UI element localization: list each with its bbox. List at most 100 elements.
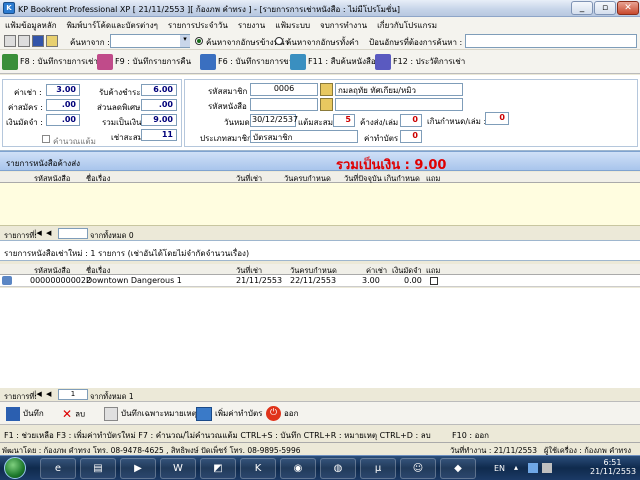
exit-label: ออก: [284, 409, 299, 418]
title-bar: K KP Bookrent Professional XP [ 21/11/25…: [0, 0, 640, 17]
clock-date: 21/11/2553: [590, 467, 637, 476]
rent-label: ค่าเช่า :: [14, 88, 42, 97]
new-rent-grid-header: รหัสหนังสือ ชื่อเรื่อง วันที่เช่า วันครบ…: [0, 264, 640, 275]
history-button[interactable]: F12 : ประวัติการเช่า: [375, 52, 465, 72]
power-icon: ⏻: [266, 406, 281, 421]
new-rent-pager: รายการที่: |◀ ◀ 1 จากทั้งหมด 1: [0, 389, 640, 401]
network-icon[interactable]: [528, 463, 538, 473]
start-button[interactable]: [4, 457, 26, 479]
taskbar-app-utorrent[interactable]: µ: [360, 458, 396, 479]
maximize-button[interactable]: ▫: [594, 1, 616, 15]
search-toolbar: ค้นหาจาก : ▾ ค้นหาจากอักษรข้างหน้า ค้นหา…: [0, 32, 640, 50]
book-code-input[interactable]: [250, 98, 318, 111]
deposit2-value: .00: [46, 114, 80, 126]
card-fee-value: 0: [400, 130, 422, 143]
delete-icon: ✕: [62, 407, 73, 421]
outstanding-title: รายการหนังสือค้างส่ง: [6, 159, 80, 168]
first-page-button[interactable]: |◀: [34, 229, 42, 237]
row-rent-date: 21/11/2553: [236, 276, 283, 285]
outstanding-grid-header: รหัสหนังสือ ชื่อเรื่อง วันที่เช่า วันครบ…: [0, 172, 640, 183]
rent-icon: [2, 53, 18, 70]
new-rent-title: รายการหนังสือเช่าใหม่ : 1 รายการ (เช่าอั…: [4, 249, 250, 258]
new-rent-header: รายการหนังสือเช่าใหม่ : 1 รายการ (เช่าอั…: [0, 240, 640, 261]
table-row[interactable]: 000000000022 Downtown Dangerous 1 21/11/…: [0, 275, 640, 287]
delete-button[interactable]: ✕ ลบ: [62, 405, 85, 423]
shortcut-hints: F1 : ช่วยเหลือ F3 : เพิ่มค่าทำบัตรใหม่ F…: [4, 431, 431, 440]
search-book-label: F11 : สืบค้นหนังสือ: [308, 57, 376, 66]
close-button[interactable]: ✕: [617, 1, 639, 15]
deposit2-label: เงินมัดจำ :: [6, 118, 43, 127]
taskbar-app-bookrent[interactable]: K: [240, 458, 276, 479]
card-fee-button[interactable]: เพิ่มค่าทำบัตร: [196, 405, 262, 423]
expire-value: 30/12/2537: [250, 114, 298, 127]
sale-record-button[interactable]: F6 : บันทึกรายการขาย: [200, 52, 298, 72]
search-book-button[interactable]: F11 : สืบค้นหนังสือ: [290, 52, 376, 72]
card-fee-button-label: เพิ่มค่าทำบัตร: [215, 409, 263, 418]
calc-points-checkbox[interactable]: [42, 135, 50, 143]
row-free-checkbox[interactable]: [430, 277, 438, 285]
sale-record-label: F6 : บันทึกรายการขาย: [218, 57, 298, 66]
return-record-button[interactable]: F9 : บันทึกรายการคืน: [97, 52, 191, 72]
window-title: KP Bookrent Professional XP [ 21/11/2553…: [18, 5, 400, 14]
search-field-select[interactable]: [110, 34, 190, 48]
taskbar-app-ie[interactable]: e: [40, 458, 76, 479]
first-page-button[interactable]: |◀: [34, 390, 42, 398]
outstanding-grid-body[interactable]: [0, 183, 640, 226]
volume-icon[interactable]: [542, 463, 552, 473]
taskbar-app-firefox[interactable]: ◍: [320, 458, 356, 479]
exit-button[interactable]: ⏻ ออก: [266, 405, 298, 423]
taskbar-app-other[interactable]: ◆: [440, 458, 476, 479]
prev-page-button[interactable]: ◀: [46, 390, 51, 398]
card-fee-label: ค่าทำบัตร :: [364, 134, 404, 143]
minimize-button[interactable]: _: [571, 1, 593, 15]
clock[interactable]: 6:51 21/11/2553: [590, 458, 637, 476]
count-value: 11: [141, 129, 177, 141]
radio-whole-label: ค้นหาจากอักษรทั้งคำ: [286, 38, 359, 47]
total-label: รวมเป็นเงิน :: [102, 118, 147, 127]
rent-value: 3.00: [46, 84, 80, 96]
member-code-input[interactable]: 0006: [250, 83, 318, 96]
new-icon[interactable]: [18, 35, 30, 47]
save-icon[interactable]: [32, 35, 44, 47]
clock-time: 6:51: [603, 458, 622, 467]
radio-front-search[interactable]: [195, 37, 203, 45]
page-input[interactable]: 1: [58, 389, 88, 400]
radio-whole-search[interactable]: [275, 37, 283, 45]
outstanding-header: รายการหนังสือค้างส่ง รวมเป็นเงิน : 9.00: [0, 151, 640, 173]
taskbar-app-word[interactable]: W: [160, 458, 196, 479]
prev-page-button[interactable]: ◀: [46, 229, 51, 237]
row-rent: 3.00: [362, 276, 380, 285]
taskbar-app-chrome[interactable]: ◉: [280, 458, 316, 479]
book-search-icon: [290, 53, 306, 70]
note-button[interactable]: บันทึกเฉพาะหมายเหตุ: [104, 405, 197, 423]
taskbar-app-messenger[interactable]: ☺: [400, 458, 436, 479]
save-button[interactable]: บันทึก: [6, 405, 44, 423]
language-indicator[interactable]: EN: [494, 464, 505, 473]
type-label: ประเภทสมาชิก :: [200, 134, 258, 143]
new-rent-grid-body[interactable]: [0, 288, 640, 388]
function-toolbar: F8 : บันทึกรายการเช่า F9 : บันทึกรายการค…: [0, 50, 640, 74]
chevron-down-icon[interactable]: ▾: [180, 35, 190, 47]
search-label: ค้นหาจาก :: [70, 38, 110, 47]
deposit-label: รับค้างชำระ :: [99, 88, 146, 97]
return-icon: [97, 53, 113, 70]
book-code-label: รหัสหนังสือ :: [208, 102, 253, 111]
page-input[interactable]: [58, 228, 88, 239]
tray-arrow-icon[interactable]: ▴: [514, 463, 518, 472]
note-label: บันทึกเฉพาะหมายเหตุ: [121, 409, 197, 418]
folder-icon[interactable]: [320, 98, 333, 111]
edit-icon[interactable]: [46, 35, 58, 47]
history-label: F12 : ประวัติการเช่า: [393, 57, 466, 66]
row-due-date: 22/11/2553: [290, 276, 337, 285]
taskbar-app-explorer[interactable]: ▤: [80, 458, 116, 479]
keyword-label: ป้อนอักษรที่ต้องการค้นหา :: [369, 38, 463, 47]
row-pointer-icon: [2, 276, 12, 285]
cut-icon[interactable]: [4, 35, 16, 47]
delete-label: ลบ: [75, 409, 86, 419]
rent-record-button[interactable]: F8 : บันทึกรายการเช่า: [2, 52, 98, 72]
return-record-label: F9 : บันทึกรายการคืน: [115, 57, 192, 66]
taskbar-app-photos[interactable]: ◩: [200, 458, 236, 479]
taskbar-app-media[interactable]: ▶: [120, 458, 156, 479]
folder-icon[interactable]: [320, 83, 333, 96]
keyword-input[interactable]: [465, 34, 637, 48]
